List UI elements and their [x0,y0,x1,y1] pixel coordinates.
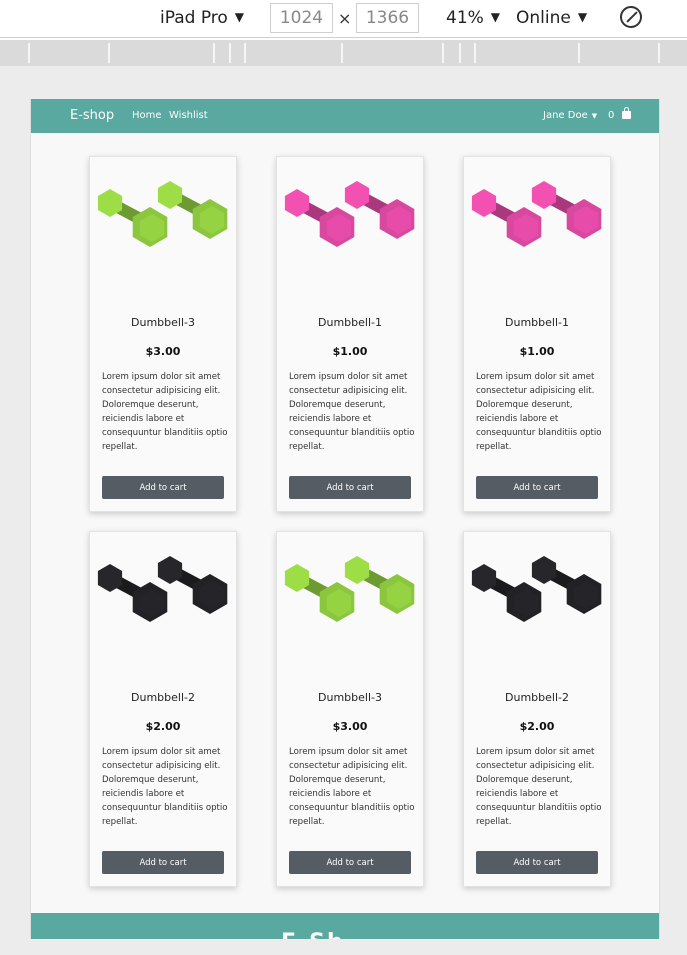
dumbbell-icon [97,189,168,247]
ruler-tick [28,43,30,63]
nav-link-wishlist[interactable]: Wishlist [169,110,208,121]
dumbbell-icon [284,564,355,622]
product-card: Dumbbell-1 $1.00 Lorem ipsum dolor sit ame… [276,156,424,512]
ruler-tick [244,43,246,63]
dumbbell-image [471,556,602,622]
product-name: Dumbbell-1 [318,316,382,329]
ruler-tick [108,43,110,63]
chevron-down-icon: ▼ [234,10,245,24]
chevron-down-icon: ▼ [577,10,588,24]
add-to-cart-button[interactable]: Add to cart [102,476,224,499]
network-select[interactable]: Online ▼ [516,8,587,28]
media-query-ruler [0,40,687,66]
dumbbell-image [471,181,602,247]
dumbbell-icon [157,181,228,239]
zoom-label: 41% [446,8,484,28]
device-select[interactable]: iPad Pro ▼ [160,8,244,28]
dumbbell-image [284,181,415,247]
rotate-icon[interactable] [620,6,642,28]
ruler-tick [658,43,660,63]
chevron-down-icon: ▼ [490,10,501,24]
product-price: $1.00 [519,345,555,358]
product-price: $3.00 [332,720,368,733]
product-price: $1.00 [332,345,368,358]
add-to-cart-button[interactable]: Add to cart [476,851,598,874]
times-separator: × [338,9,352,28]
dumbbell-image [284,556,415,622]
product-description: Lorem ipsum dolor sit amet consectetur a… [476,372,602,452]
dumbbell-icon [344,556,415,614]
zoom-select[interactable]: 41% ▼ [446,8,500,28]
dumbbell-icon [531,181,602,239]
height-input[interactable]: 1366 [356,3,419,33]
product-price: $2.00 [519,720,555,733]
add-to-cart-button[interactable]: Add to cart [289,851,411,874]
dumbbell-icon [157,556,228,614]
user-name: Jane Doe [543,110,588,121]
brand-logo[interactable]: E-shop [70,108,114,123]
dumbbell-image [97,181,228,247]
product-price: $2.00 [145,720,181,733]
dumbbell-image [97,556,228,622]
network-label: Online [516,8,571,28]
dumbbell-icon [344,181,415,239]
add-to-cart-button[interactable]: Add to cart [102,851,224,874]
ruler-tick [229,43,231,63]
navbar: E-shop Home Wishlist Jane Doe ▼ 0 [31,99,659,133]
footer: E-Sh [31,913,659,939]
nav-link-home[interactable]: Home [132,110,162,121]
ruler-tick [341,43,343,63]
product-name: Dumbbell-2 [131,691,195,704]
product-price: $3.00 [145,345,181,358]
product-description: Lorem ipsum dolor sit amet consectetur a… [102,747,228,827]
ruler-tick [459,43,461,63]
dumbbell-icon [471,189,542,247]
ruler-tick [474,43,476,63]
add-to-cart-button[interactable]: Add to cart [476,476,598,499]
ruler-tick [213,43,215,63]
dumbbell-icon [97,564,168,622]
shopping-bag-icon[interactable] [622,107,631,119]
device-viewport: E-shop Home Wishlist Jane Doe ▼ 0 Dumbbe… [30,99,660,939]
user-menu[interactable]: Jane Doe ▼ [543,110,597,121]
ruler-tick [578,43,580,63]
width-input[interactable]: 1024 [270,3,333,33]
product-name: Dumbbell-3 [131,316,195,329]
add-to-cart-button[interactable]: Add to cart [289,476,411,499]
product-card: Dumbbell-1 $1.00 Lorem ipsum dolor sit ame… [463,156,611,512]
product-description: Lorem ipsum dolor sit amet consectetur a… [289,747,415,827]
product-name: Dumbbell-3 [318,691,382,704]
ruler-tick [442,43,444,63]
caret-down-icon: ▼ [591,111,598,120]
product-description: Lorem ipsum dolor sit amet consectetur a… [476,747,602,827]
product-description: Lorem ipsum dolor sit amet consectetur a… [102,372,228,452]
product-card: Dumbbell-3 $3.00 Lorem ipsum dolor sit ame… [89,156,237,512]
cart-count[interactable]: 0 [608,110,614,121]
product-card: Dumbbell-2 $2.00 Lorem ipsum dolor sit ame… [463,531,611,887]
dumbbell-icon [531,556,602,614]
product-card: Dumbbell-2 $2.00 Lorem ipsum dolor sit ame… [89,531,237,887]
dumbbell-icon [284,189,355,247]
product-name: Dumbbell-1 [505,316,569,329]
product-card: Dumbbell-3 $3.00 Lorem ipsum dolor sit ame… [276,531,424,887]
footer-title: E-Sh [281,930,345,939]
screen: iPad Pro ▼ 1024 × 1366 41% ▼ Online ▼ E-… [0,0,687,955]
device-label: iPad Pro [160,8,228,28]
dumbbell-icon [471,564,542,622]
product-name: Dumbbell-2 [505,691,569,704]
product-description: Lorem ipsum dolor sit amet consectetur a… [289,372,415,452]
devtools-toolbar: iPad Pro ▼ 1024 × 1366 41% ▼ Online ▼ [0,0,687,38]
